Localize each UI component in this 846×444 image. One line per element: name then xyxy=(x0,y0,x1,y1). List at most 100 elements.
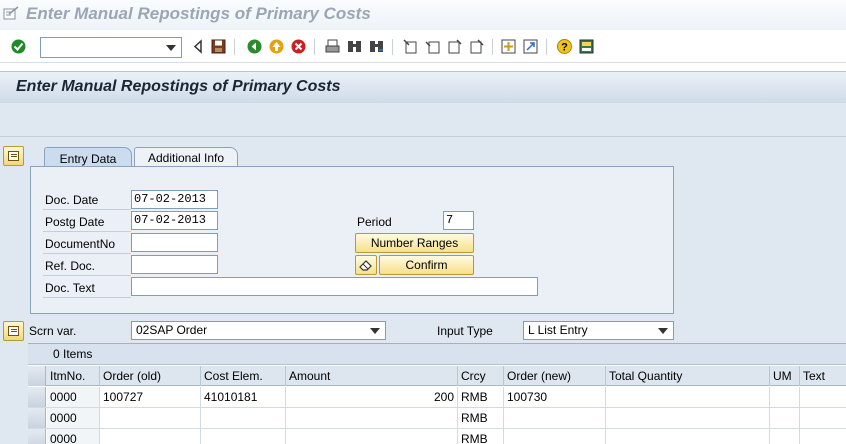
table-row: 0000 100727 41010181 200 RMB 100730 xyxy=(28,387,846,408)
document-no-input[interactable] xyxy=(131,233,218,252)
cell-amount[interactable] xyxy=(286,408,458,428)
toolbar-gap xyxy=(0,64,846,71)
tab-additional-info-label: Additional Info xyxy=(147,151,225,165)
help-icon[interactable]: ? xyxy=(556,38,573,55)
cell-um[interactable] xyxy=(770,408,800,428)
number-ranges-button[interactable]: Number Ranges xyxy=(355,233,474,253)
column-header-amount[interactable]: Amount xyxy=(286,366,458,386)
number-ranges-button-label: Number Ranges xyxy=(370,236,459,250)
cell-crcy[interactable]: RMB xyxy=(458,429,504,444)
cell-order-new[interactable] xyxy=(504,429,606,444)
postg-date-input[interactable]: 07-02-2013 xyxy=(131,211,218,230)
last-page-icon[interactable] xyxy=(468,38,485,55)
chevron-down-icon[interactable] xyxy=(370,328,380,334)
tab-additional-info[interactable]: Additional Info xyxy=(134,147,238,168)
first-page-icon[interactable] xyxy=(402,38,419,55)
eraser-icon xyxy=(359,260,372,271)
toolbar-separator xyxy=(392,39,393,55)
confirm-button-label: Confirm xyxy=(405,258,448,272)
column-header-order-old[interactable]: Order (old) xyxy=(100,366,201,386)
cell-total-quantity[interactable] xyxy=(606,429,770,444)
table-header: ItmNo. Order (old) Cost Elem. Amount Crc… xyxy=(28,366,846,386)
toolbar-separator xyxy=(492,39,493,55)
input-type-value: L List Entry xyxy=(528,323,588,337)
cell-um[interactable] xyxy=(770,387,800,407)
table-caption: 0 Items xyxy=(28,344,846,365)
screen-header: Enter Manual Repostings of Primary Costs xyxy=(0,71,846,103)
cell-order-new[interactable]: 100730 xyxy=(504,387,606,407)
application-toolbar xyxy=(0,103,846,137)
row-selector[interactable] xyxy=(28,387,46,407)
select-all-cell[interactable] xyxy=(28,366,46,386)
command-field[interactable] xyxy=(40,37,182,58)
cell-order-old[interactable] xyxy=(100,429,201,444)
column-header-text[interactable]: Text xyxy=(800,366,846,386)
scrn-var-label: Scrn var. xyxy=(29,324,77,338)
column-header-crcy[interactable]: Crcy xyxy=(458,366,504,386)
chevron-down-icon[interactable] xyxy=(166,45,176,51)
folder-icon xyxy=(8,326,19,336)
cell-text[interactable] xyxy=(800,408,846,428)
row-selector[interactable] xyxy=(28,408,46,428)
print-icon[interactable] xyxy=(324,38,341,55)
back-icon[interactable] xyxy=(246,38,263,55)
checkmark-icon[interactable] xyxy=(10,38,27,55)
period-input[interactable]: 7 xyxy=(443,211,474,230)
period-label: Period xyxy=(357,215,392,229)
save-icon[interactable] xyxy=(210,38,227,55)
cell-text[interactable] xyxy=(800,387,846,407)
back-triangle-icon[interactable] xyxy=(190,38,207,55)
create-session-icon[interactable] xyxy=(500,38,517,55)
expand-header-button[interactable] xyxy=(3,146,24,166)
cell-cost-elem[interactable] xyxy=(201,429,286,444)
column-header-cost-elem[interactable]: Cost Elem. xyxy=(201,366,286,386)
cell-itmno: 0000 xyxy=(47,429,100,444)
scrn-var-dropdown[interactable]: 02SAP Order xyxy=(131,321,386,340)
cell-order-old[interactable]: 100727 xyxy=(100,387,201,407)
toolbar-separator xyxy=(314,39,315,55)
screen-title: Enter Manual Repostings of Primary Costs xyxy=(16,78,341,95)
layout-menu-icon[interactable] xyxy=(578,38,595,55)
postg-date-label: Postg Date xyxy=(43,212,131,232)
title-bar: Enter Manual Repostings of Primary Costs xyxy=(0,0,846,30)
next-page-icon[interactable] xyxy=(446,38,463,55)
window-title: Enter Manual Repostings of Primary Costs xyxy=(26,4,371,23)
column-header-itmno[interactable]: ItmNo. xyxy=(47,366,100,386)
standard-toolbar: ? xyxy=(0,30,846,63)
cell-order-old[interactable] xyxy=(100,408,201,428)
cell-crcy[interactable]: RMB xyxy=(458,408,504,428)
cell-um[interactable] xyxy=(770,429,800,444)
cell-amount[interactable]: 200 xyxy=(286,387,458,407)
shortcut-icon[interactable] xyxy=(522,38,539,55)
cell-cost-elem[interactable] xyxy=(201,408,286,428)
exit-icon[interactable] xyxy=(268,38,285,55)
cell-cost-elem[interactable]: 41010181 xyxy=(201,387,286,407)
cell-total-quantity[interactable] xyxy=(606,387,770,407)
cancel-icon[interactable] xyxy=(290,38,307,55)
column-header-um[interactable]: UM xyxy=(770,366,800,386)
cell-crcy[interactable]: RMB xyxy=(458,387,504,407)
column-header-order-new[interactable]: Order (new) xyxy=(504,366,606,386)
expand-table-button[interactable] xyxy=(3,321,24,341)
table-row: 0000 RMB xyxy=(28,408,846,429)
eraser-button[interactable] xyxy=(355,255,377,275)
tab-entry-data-label: Entry Data xyxy=(59,151,117,166)
doc-date-input[interactable]: 07-02-2013 xyxy=(131,190,218,209)
confirm-button[interactable]: Confirm xyxy=(379,255,474,275)
items-table: 0 Items ItmNo. Order (old) Cost Elem. Am… xyxy=(28,343,846,444)
document-no-label: DocumentNo xyxy=(43,234,131,254)
cell-amount[interactable] xyxy=(286,429,458,444)
chevron-down-icon[interactable] xyxy=(658,328,668,334)
transaction-icon xyxy=(3,6,19,20)
find-next-icon[interactable] xyxy=(368,38,385,55)
cell-text[interactable] xyxy=(800,429,846,444)
ref-doc-input[interactable] xyxy=(131,255,218,274)
column-header-total-quantity[interactable]: Total Quantity xyxy=(606,366,770,386)
cell-total-quantity[interactable] xyxy=(606,408,770,428)
input-type-dropdown[interactable]: L List Entry xyxy=(523,321,674,340)
previous-page-icon[interactable] xyxy=(424,38,441,55)
cell-order-new[interactable] xyxy=(504,408,606,428)
doc-text-input[interactable] xyxy=(131,277,538,296)
find-icon[interactable] xyxy=(346,38,363,55)
row-selector[interactable] xyxy=(28,429,46,444)
